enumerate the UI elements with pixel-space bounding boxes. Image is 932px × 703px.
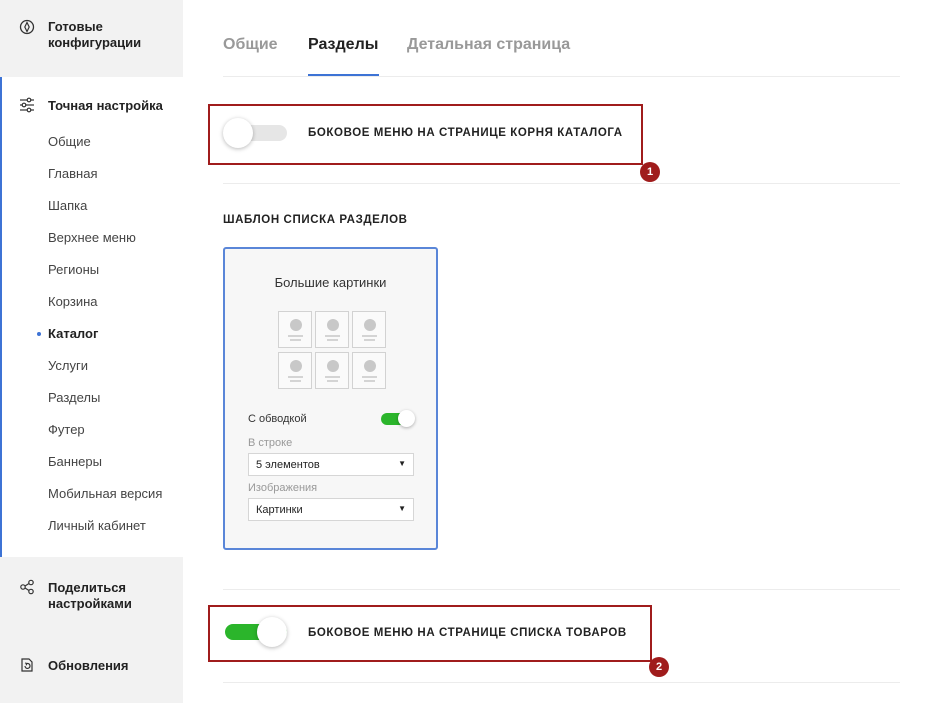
preview-thumb	[352, 311, 386, 348]
sidebar-item-general[interactable]: Общие	[48, 134, 91, 150]
root-menu-toggle[interactable]	[223, 118, 287, 148]
sidebar-item-header[interactable]: Шапка	[48, 198, 87, 214]
sidebar-section-title: Поделиться настройками	[48, 580, 132, 611]
tab-general[interactable]: Общие	[223, 36, 278, 54]
updates-icon	[21, 658, 33, 672]
sliders-icon	[20, 97, 34, 113]
preview-thumb	[352, 352, 386, 389]
sidebar-item-sections[interactable]: Разделы	[48, 390, 100, 406]
template-card-title: Большие картинки	[274, 275, 387, 290]
sidebar-section-fine-tuning: Точная настройка Общие Главная Шапка Вер…	[0, 77, 183, 557]
sidebar: Готовые конфигурации Точная настройка Об…	[0, 0, 183, 703]
tab-sections[interactable]: Разделы	[308, 36, 378, 54]
divider	[223, 589, 900, 590]
preview-thumb	[278, 352, 312, 389]
ready-configs-icon	[19, 19, 35, 35]
sidebar-item-top-menu[interactable]: Верхнее меню	[48, 230, 136, 246]
sidebar-item-cart[interactable]: Корзина	[48, 294, 98, 310]
active-tab-indicator	[308, 74, 379, 76]
sidebar-item-account[interactable]: Личный кабинет	[48, 518, 146, 534]
sidebar-item-main[interactable]: Главная	[48, 166, 97, 182]
sidebar-item-regions[interactable]: Регионы	[48, 262, 99, 278]
preview-thumb	[278, 311, 312, 348]
caret-down-icon: ▼	[398, 459, 406, 468]
divider	[223, 682, 900, 683]
badge-2: 2	[649, 657, 669, 677]
sidebar-item-services[interactable]: Услуги	[48, 358, 88, 374]
border-option-label: С обводкой	[248, 413, 307, 425]
badge-1: 1	[640, 162, 660, 182]
sidebar-section-title: Обновления	[48, 658, 129, 673]
list-menu-toggle[interactable]	[223, 617, 287, 647]
sidebar-item-footer[interactable]: Футер	[48, 422, 85, 438]
sidebar-section-updates[interactable]: Обновления	[0, 638, 183, 703]
images-select[interactable]: Картинки ▼	[248, 498, 414, 521]
list-menu-label: БОКОВОЕ МЕНЮ НА СТРАНИЦЕ СПИСКА ТОВАРОВ	[308, 627, 627, 639]
sidebar-section-title: Готовые конфигурации	[48, 19, 142, 50]
sidebar-section-title[interactable]: Точная настройка	[48, 98, 163, 114]
per-row-label: В строке	[248, 437, 293, 449]
section-title-template: ШАБЛОН СПИСКА РАЗДЕЛОВ	[223, 214, 408, 226]
divider	[223, 183, 900, 184]
caret-down-icon: ▼	[398, 504, 406, 513]
active-item-dot	[37, 332, 41, 336]
root-menu-label: БОКОВОЕ МЕНЮ НА СТРАНИЦЕ КОРНЯ КАТАЛОГА	[308, 127, 623, 139]
select-value: Картинки	[256, 504, 303, 516]
template-card[interactable]: Большие картинки С обводкой В строке 5 э…	[223, 247, 438, 550]
select-value: 5 элементов	[256, 459, 320, 471]
per-row-select[interactable]: 5 элементов ▼	[248, 453, 414, 476]
sidebar-item-mobile[interactable]: Мобильная версия	[48, 486, 162, 502]
images-label: Изображения	[248, 482, 318, 494]
tab-bar: Общие Разделы Детальная страница	[223, 0, 900, 77]
preview-thumb	[315, 352, 349, 389]
toggle-knob	[257, 617, 287, 647]
sidebar-item-banners[interactable]: Баннеры	[48, 454, 102, 470]
border-toggle[interactable]	[381, 410, 415, 428]
toggle-knob	[223, 118, 253, 148]
sidebar-section-ready-configs[interactable]: Готовые конфигурации	[0, 0, 183, 76]
preview-thumb	[315, 311, 349, 348]
sidebar-section-share[interactable]: Поделиться настройками	[0, 558, 183, 638]
share-icon	[20, 579, 34, 595]
template-preview-grid	[278, 311, 386, 391]
tab-detail-page[interactable]: Детальная страница	[407, 36, 570, 54]
sidebar-item-catalog[interactable]: Каталог	[48, 326, 98, 342]
toggle-knob	[398, 410, 415, 427]
